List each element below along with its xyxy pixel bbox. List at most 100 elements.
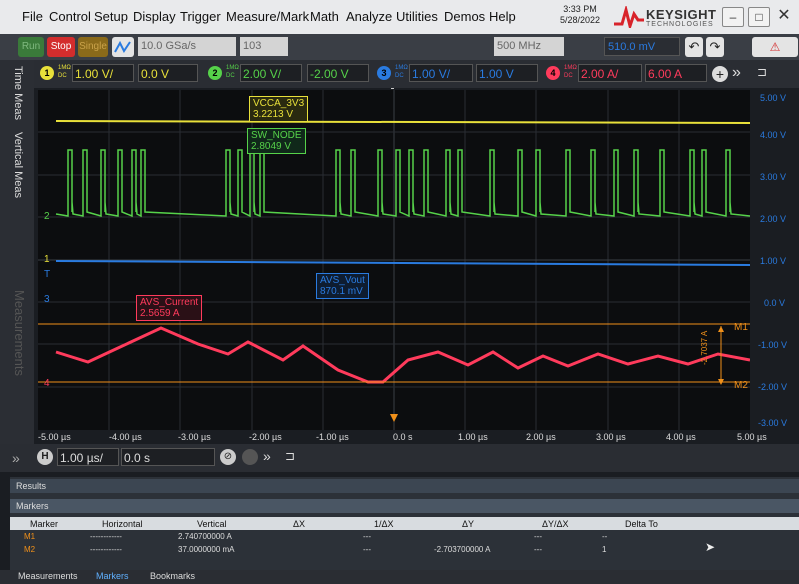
bandwidth-field[interactable]: 500 MHz (494, 37, 564, 56)
x-axis-label: -2.00 µs (249, 432, 282, 442)
ch4-dc: DC (564, 73, 573, 79)
sample-rate-field[interactable]: 10.0 GSa/s (138, 37, 236, 56)
redo-button[interactable]: ↷ (706, 37, 724, 57)
ch1-dc: DC (58, 73, 67, 79)
menu-file[interactable]: File (22, 9, 43, 24)
tab-measurements-bottom[interactable]: Measurements (18, 571, 78, 581)
channel-2-ground-marker[interactable]: 2 (44, 211, 50, 222)
channel-3-offset[interactable]: 1.00 V (476, 64, 538, 82)
channel-2-coupling: 1MΩ DC (226, 64, 239, 80)
avs-current-value: 2.5659 A (140, 308, 180, 319)
x-axis-label: 0.0 s (393, 432, 413, 442)
channel-1-ground-marker[interactable]: 1 (44, 254, 50, 265)
channel-1-scale[interactable]: 1.00 V/ (72, 64, 134, 82)
channel-2-trace (55, 149, 751, 218)
bottom-tabs: Measurements Markers Bookmarks (0, 570, 799, 584)
expand-icon[interactable]: » (12, 450, 20, 466)
zoom-icon[interactable]: ⊘ (220, 449, 236, 465)
channel-3-icon[interactable]: 3 (377, 66, 391, 80)
column-dx: ΔX (293, 519, 306, 529)
trigger-level-marker[interactable]: T (44, 269, 50, 280)
pin-icon[interactable]: ⊐ (757, 65, 767, 79)
row-m2-marker[interactable]: M2 (24, 545, 35, 554)
vcca-label[interactable]: VCCA_3V3 3.2213 V (249, 96, 309, 122)
right-axis-label: -2.00 V (758, 382, 788, 392)
menu-bar: File Control Setup Display Trigger Measu… (0, 0, 799, 34)
channel-2-icon[interactable]: 2 (208, 66, 222, 80)
menu-display[interactable]: Display (133, 9, 176, 24)
time-position-field[interactable]: 0.0 s (121, 448, 215, 466)
channel-4-offset[interactable]: 6.00 A (645, 64, 707, 82)
tab-time-meas[interactable]: Time Meas (12, 66, 24, 120)
sw-node-label[interactable]: SW_NODE 2.8049 V (247, 128, 306, 154)
right-axis-label: 1.00 V (760, 256, 787, 266)
x-axis-label: -3.00 µs (178, 432, 211, 442)
tab-measurements[interactable]: Measurements (12, 290, 27, 376)
avs-vout-label[interactable]: AVS_Vout 870.1 mV (316, 273, 369, 299)
left-sidebar: Time Meas Vertical Meas Measurements (0, 60, 34, 445)
menu-help[interactable]: Help (489, 9, 516, 24)
channel-3-scale[interactable]: 1.00 V/ (409, 64, 473, 82)
channel-bar: 1 1MΩ DC 1.00 V/ 0.0 V 2 1MΩ DC 2.00 V/ -2… (0, 60, 799, 88)
single-button[interactable]: Single (78, 37, 108, 57)
column-delta-to: Delta To (625, 519, 658, 529)
channel-1-offset[interactable]: 0.0 V (138, 64, 198, 82)
row-m1-vertical: 2.740700000 A (178, 532, 232, 541)
menu-utilities[interactable]: Utilities (396, 9, 438, 24)
menu-demos[interactable]: Demos (444, 9, 485, 24)
more-channels-icon[interactable]: » (732, 64, 741, 82)
channel-2-offset[interactable]: -2.00 V (307, 64, 369, 82)
column-marker: Marker (30, 519, 59, 529)
close-button[interactable]: ✕ (774, 7, 794, 25)
autoscale-button[interactable] (112, 37, 134, 57)
vcca-name: VCCA_3V3 (253, 98, 305, 109)
channel-2-scale[interactable]: 2.00 V/ (240, 64, 302, 82)
delta-readout: -2.7037 A (700, 330, 709, 365)
waveform-display[interactable] (38, 90, 751, 430)
menu-trigger[interactable]: Trigger (180, 9, 221, 24)
stop-button[interactable]: Stop (47, 37, 75, 57)
avs-vout-value: 870.1 mV (320, 286, 363, 297)
channel-3-coupling: 1MΩ DC (395, 64, 408, 80)
menu-setup[interactable]: Setup (94, 9, 128, 24)
memory-depth-field[interactable]: 103 Mpts (240, 37, 288, 71)
channel-1-icon[interactable]: 1 (40, 66, 54, 80)
channel-4-scale[interactable]: 2.00 A/ (578, 64, 642, 82)
channel-4-icon[interactable]: 4 (546, 66, 560, 80)
more-horizontal-icon[interactable]: » (263, 448, 271, 464)
menu-measure-mark[interactable]: Measure/Mark (226, 9, 309, 24)
warning-icon[interactable]: ⚠ (752, 37, 798, 57)
add-channel-button[interactable]: + (712, 66, 728, 82)
trigger-level-field[interactable]: 510.0 mV (604, 37, 680, 56)
time-scale-field[interactable]: 1.00 µs/ (57, 448, 119, 466)
avs-current-name: AVS_Current (140, 297, 199, 308)
tab-markers-bottom[interactable]: Markers (96, 571, 129, 581)
maximize-button[interactable]: □ (748, 7, 770, 27)
run-button[interactable]: Run (18, 37, 44, 57)
tab-bookmarks-bottom[interactable]: Bookmarks (150, 571, 195, 581)
channel-3-ground-marker[interactable]: 3 (44, 294, 50, 305)
channel-4-ground-marker[interactable]: 4 (44, 378, 50, 389)
menu-control[interactable]: Control (49, 9, 91, 24)
tab-vertical-meas[interactable]: Vertical Meas (12, 132, 24, 198)
horizontal-icon[interactable]: H (37, 449, 53, 465)
x-axis-label: -4.00 µs (109, 432, 142, 442)
avs-current-label[interactable]: AVS_Current 2.5659 A (136, 295, 203, 321)
row-m2-delta-to: 1 (602, 545, 607, 554)
row-m1-horizontal: ------------ (90, 532, 122, 541)
row-m1-marker[interactable]: M1 (24, 532, 35, 541)
pin-horizontal-icon[interactable]: ⊐ (285, 449, 295, 463)
ch1-impedance: 1MΩ (58, 65, 71, 71)
menu-analyze[interactable]: Analyze (346, 9, 392, 24)
row-m1-delta-to: -- (602, 532, 608, 541)
menu-math[interactable]: Math (310, 9, 339, 24)
column-vertical: Vertical (197, 519, 227, 529)
row-m2-horizontal: ------------ (90, 545, 122, 554)
navigate-icon[interactable] (242, 449, 258, 465)
ch2-impedance: 1MΩ (226, 65, 239, 71)
undo-button[interactable]: ↶ (685, 37, 703, 57)
minimize-button[interactable]: – (722, 7, 744, 27)
trigger-position-icon (390, 414, 398, 422)
clock: 3:33 PM 5/28/2022 (560, 4, 600, 26)
avs-vout-name: AVS_Vout (320, 275, 365, 286)
